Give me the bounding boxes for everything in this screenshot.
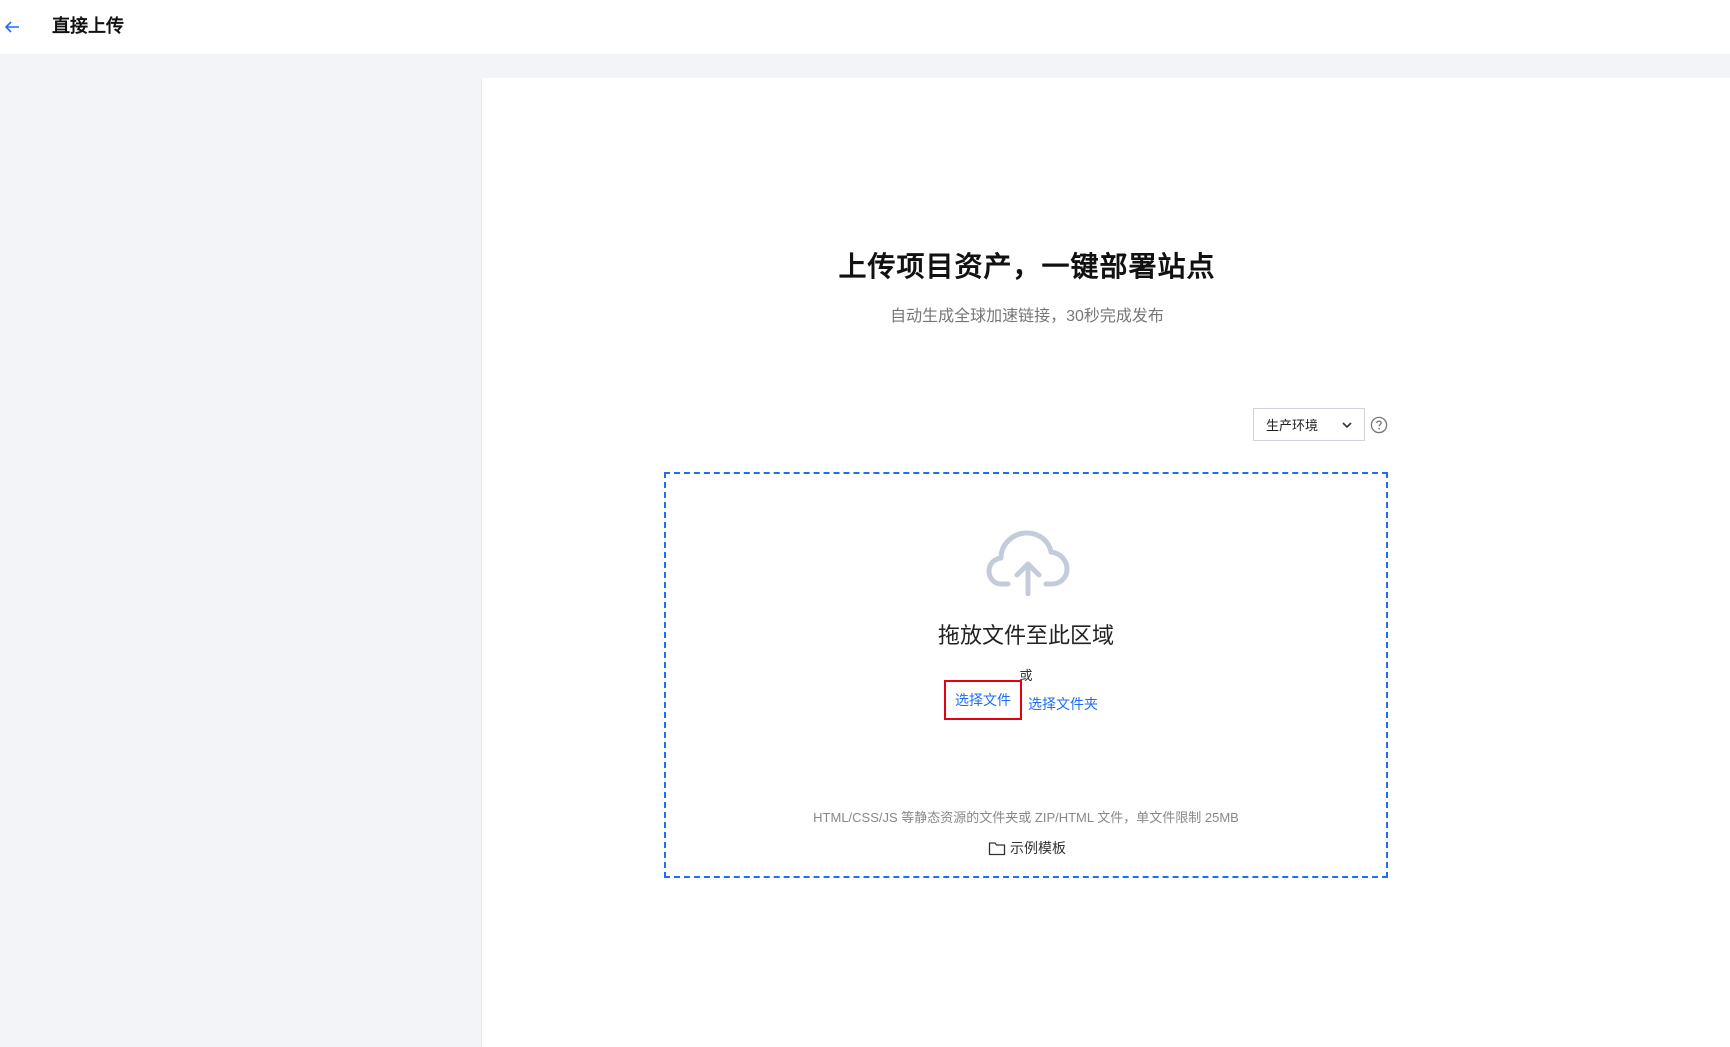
hero-subtitle: 自动生成全球加速链接，30秒完成发布: [890, 308, 1164, 325]
back-button[interactable]: [0, 12, 24, 42]
hero-title: 上传项目资产，一键部署站点: [838, 251, 1216, 282]
sample-template-label: 示例模板: [1010, 840, 1066, 856]
page-title: 直接上传: [52, 16, 124, 36]
cloud-upload-icon: [986, 530, 1070, 596]
upload-hint: HTML/CSS/JS 等静态资源的文件夹或 ZIP/HTML 文件，单文件限制…: [813, 810, 1239, 825]
environment-select[interactable]: 生产环境: [1253, 408, 1365, 441]
folder-icon: [988, 841, 1006, 855]
choose-file-button[interactable]: 选择文件: [944, 680, 1022, 720]
choose-folder-button[interactable]: 选择文件夹: [1028, 694, 1098, 714]
sample-template-link[interactable]: 示例模板: [988, 838, 1066, 858]
top-bar: 直接上传: [0, 0, 1730, 54]
environment-select-value: 生产环境: [1266, 418, 1319, 433]
or-separator: 或: [1019, 668, 1033, 683]
question-circle-icon[interactable]: [1370, 416, 1388, 434]
drop-instruction: 拖放文件至此区域: [937, 623, 1114, 648]
upload-dropzone[interactable]: 拖放文件至此区域 或 选择文件 选择文件夹 HTML/CSS/JS 等静态资源的…: [664, 472, 1388, 878]
chevron-down-icon: [1342, 422, 1352, 429]
arrow-left-icon: [4, 21, 19, 33]
